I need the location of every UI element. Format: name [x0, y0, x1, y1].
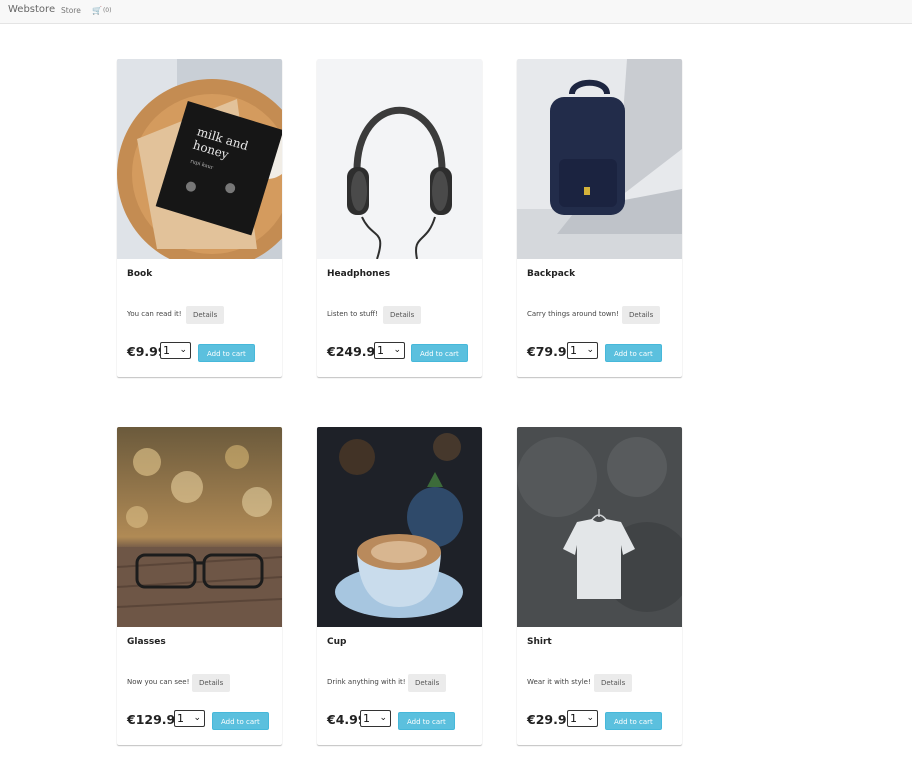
shopping-cart-icon: 🛒 [92, 6, 102, 15]
product-title: Backpack [527, 269, 576, 279]
store-link[interactable]: Store [61, 6, 81, 15]
quantity-select[interactable]: 1 ⌄ [374, 342, 405, 359]
chevron-down-icon: ⌄ [179, 345, 187, 355]
quantity-value: 1 [177, 712, 184, 725]
details-button[interactable]: Details [192, 674, 231, 692]
add-to-cart-button[interactable]: Add to cart [411, 344, 468, 362]
chevron-down-icon: ⌄ [586, 345, 594, 355]
quantity-value: 1 [377, 344, 384, 357]
product-image [317, 59, 482, 259]
product-image [517, 427, 682, 627]
cart-link[interactable]: 🛒 (0) [92, 6, 111, 15]
chevron-down-icon: ⌄ [193, 713, 201, 723]
quantity-select[interactable]: 1 ⌄ [174, 710, 205, 727]
chevron-down-icon: ⌄ [393, 345, 401, 355]
details-button[interactable]: Details [408, 674, 447, 692]
add-to-cart-button[interactable]: Add to cart [398, 712, 455, 730]
product-description: Listen to stuff! [327, 310, 378, 318]
product-card: Glasses Now you can see! Details €129.99… [117, 427, 282, 745]
add-to-cart-button[interactable]: Add to cart [212, 712, 269, 730]
product-title: Shirt [527, 637, 552, 647]
product-card: Headphones Listen to stuff! Details €249… [317, 59, 482, 377]
chevron-down-icon: ⌄ [379, 713, 387, 723]
quantity-value: 1 [570, 344, 577, 357]
quantity-select[interactable]: 1 ⌄ [567, 342, 598, 359]
details-button[interactable]: Details [186, 306, 225, 324]
add-to-cart-button[interactable]: Add to cart [605, 344, 662, 362]
product-card: Backpack Carry things around town! Detai… [517, 59, 682, 377]
quantity-select[interactable]: 1 ⌄ [160, 342, 191, 359]
chevron-down-icon: ⌄ [586, 713, 594, 723]
product-description: Now you can see! [127, 678, 190, 686]
product-title: Cup [327, 637, 347, 647]
product-description: You can read it! [127, 310, 182, 318]
navbar: Webstore Store 🛒 (0) [0, 0, 912, 24]
product-image [317, 427, 482, 627]
add-to-cart-button[interactable]: Add to cart [605, 712, 662, 730]
product-title: Glasses [127, 637, 166, 647]
product-title: Book [127, 269, 153, 279]
product-description: Drink anything with it! [327, 678, 406, 686]
cart-count: (0) [102, 7, 112, 14]
product-image [117, 427, 282, 627]
product-title: Headphones [327, 269, 391, 279]
details-button[interactable]: Details [622, 306, 661, 324]
product-card: Cup Drink anything with it! Details €4.9… [317, 427, 482, 745]
add-to-cart-button[interactable]: Add to cart [198, 344, 255, 362]
product-image [517, 59, 682, 259]
product-description: Carry things around town! [527, 310, 619, 318]
quantity-select[interactable]: 1 ⌄ [360, 710, 391, 727]
quantity-value: 1 [570, 712, 577, 725]
details-button[interactable]: Details [383, 306, 422, 324]
product-description: Wear it with style! [527, 678, 591, 686]
details-button[interactable]: Details [594, 674, 633, 692]
product-card: Shirt Wear it with style! Details €29.99… [517, 427, 682, 745]
quantity-value: 1 [163, 344, 170, 357]
brand-link[interactable]: Webstore [8, 4, 55, 15]
quantity-select[interactable]: 1 ⌄ [567, 710, 598, 727]
product-card: milk and honey rupi kaur Book You can re… [117, 59, 282, 377]
quantity-value: 1 [363, 712, 370, 725]
product-image: milk and honey rupi kaur [117, 59, 282, 259]
